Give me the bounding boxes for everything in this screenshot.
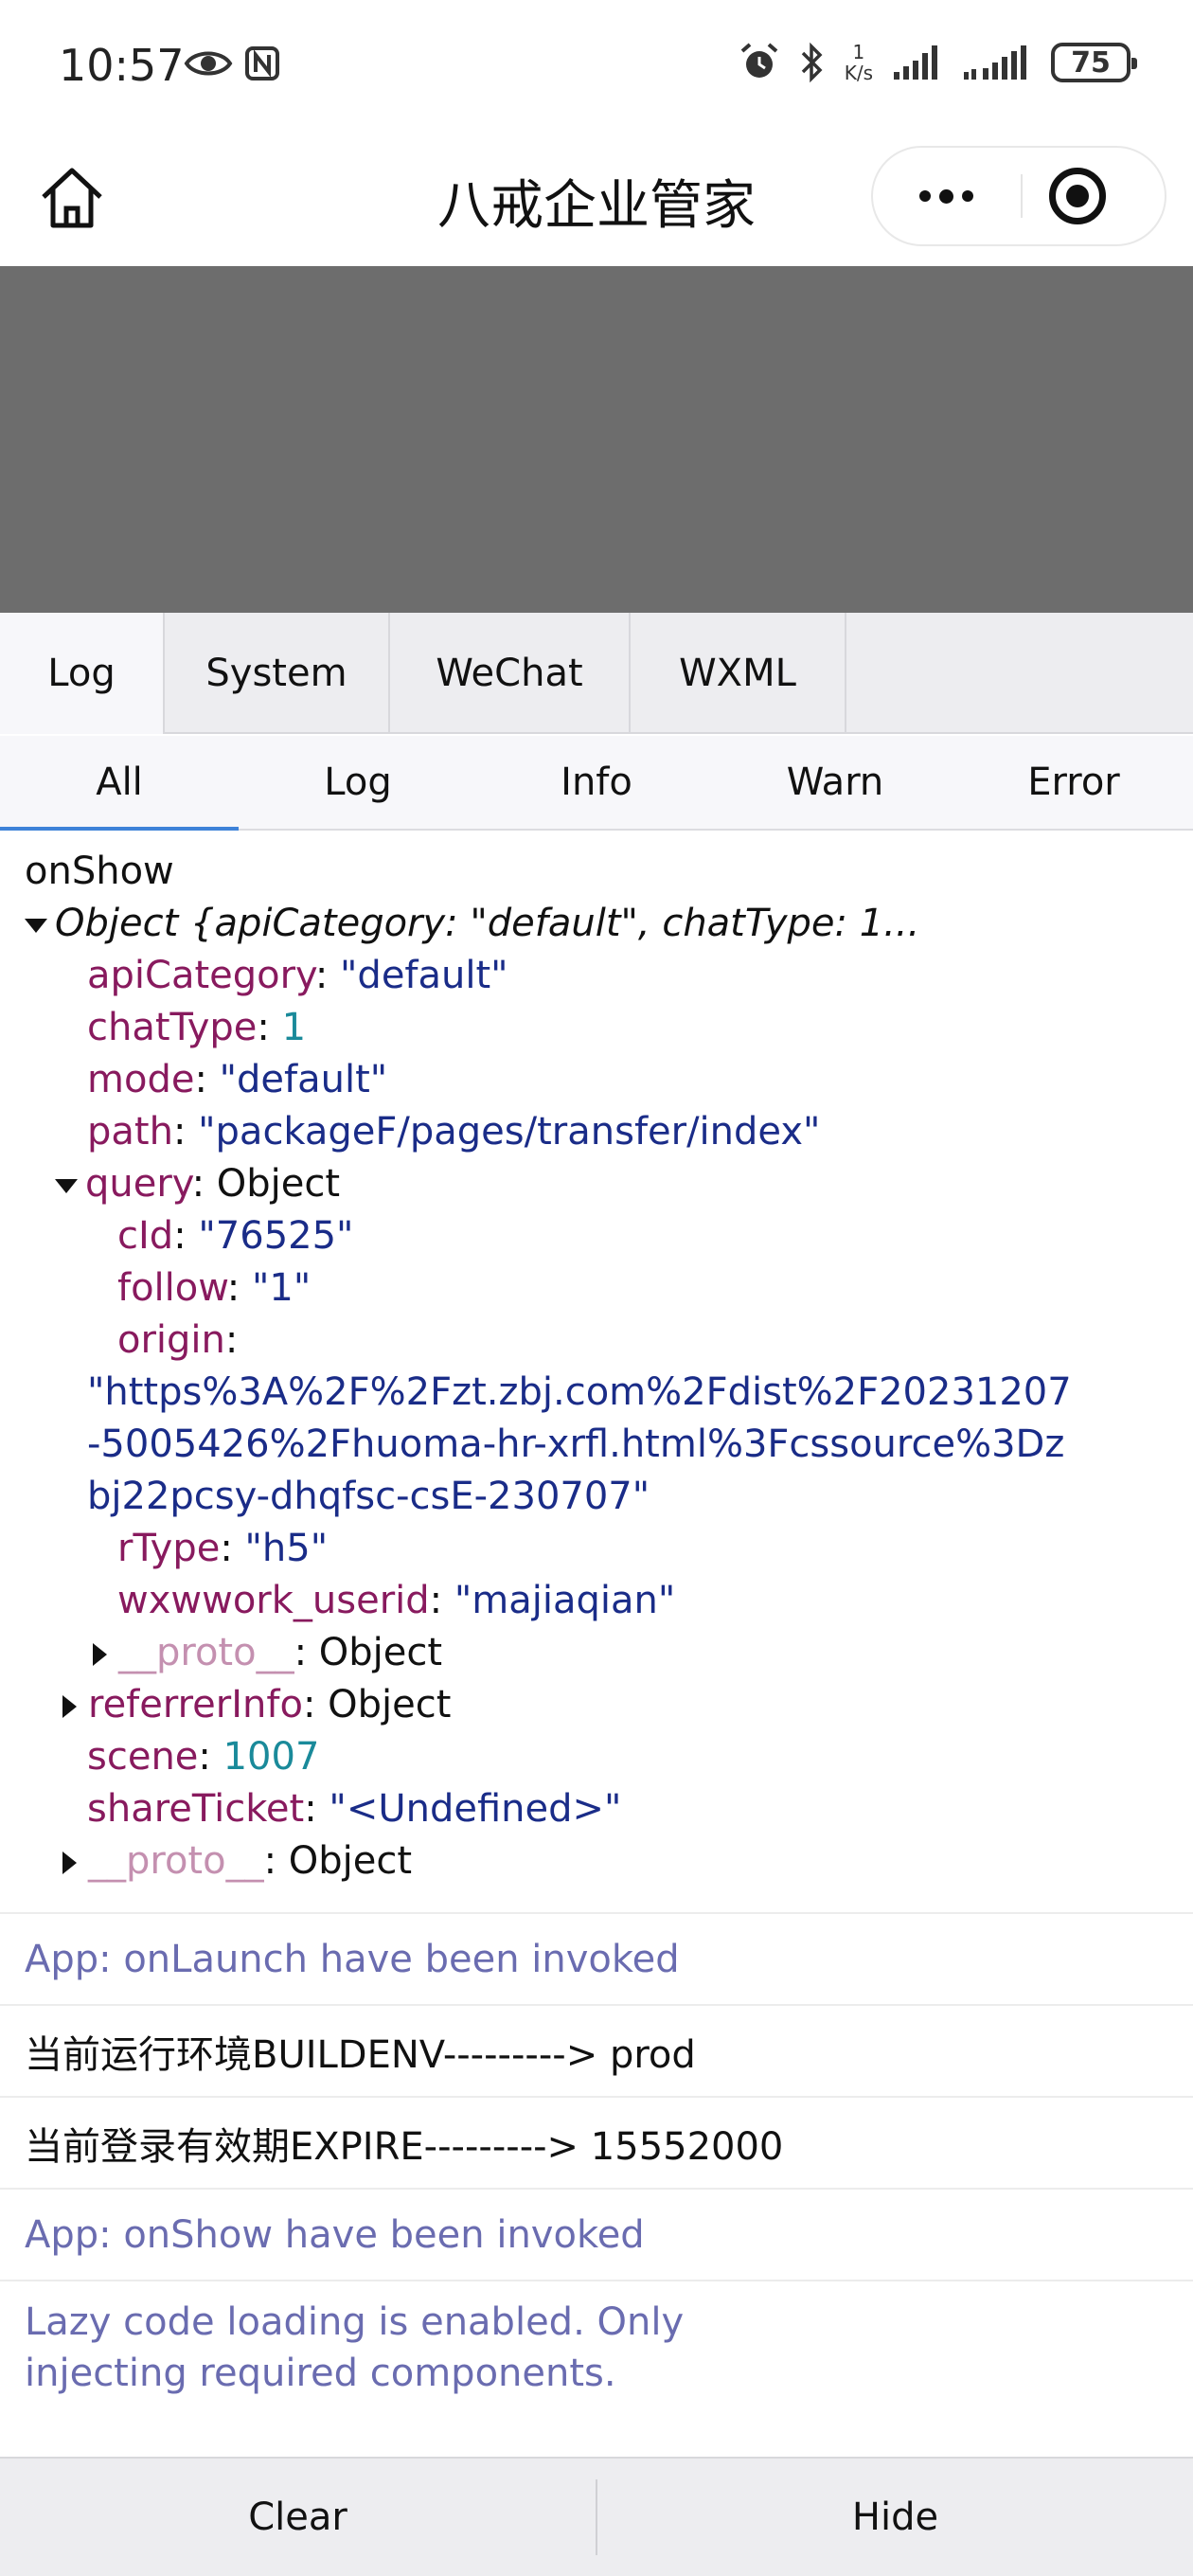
cell-signal-2-icon (964, 45, 1026, 80)
field-value: 1 (281, 1006, 307, 1049)
log-entry: App: onShow have been invoked (0, 2190, 1193, 2281)
status-bar: 10:57 1 K/s 75 (0, 0, 1193, 133)
field-key: cId (117, 1214, 174, 1258)
field-value: "majiaqian" (454, 1579, 676, 1622)
net-speed: 1 K/s (844, 41, 873, 84)
target-close-icon[interactable] (1049, 168, 1106, 224)
status-time: 10:57 (59, 40, 185, 91)
field-key: chatType (87, 1006, 258, 1049)
battery-indicator: 75 (1051, 43, 1137, 82)
bluetooth-icon (801, 42, 823, 83)
query-toggle[interactable]: query: Object (25, 1158, 1168, 1210)
field-key: __proto__ (88, 1839, 264, 1883)
field-value-origin: "https%3A%2F%2Fzt.zbj.com%2Fdist%2F20231… (87, 1370, 1072, 1518)
log-filter-tabs: All Log Info Warn Error (0, 736, 1193, 831)
log-list[interactable]: onShow Object {apiCategory: "default", c… (0, 832, 1193, 2456)
field-row: rType: "h5" (117, 1527, 329, 1570)
caret-right-icon[interactable] (62, 1852, 77, 1874)
filter-warn[interactable]: Warn (716, 736, 954, 829)
field-key: path (87, 1110, 173, 1154)
field-key: rType (117, 1527, 221, 1570)
clear-button[interactable]: Clear (0, 2459, 596, 2576)
vconsole-panel-tabs: Log System WeChat WXML (0, 613, 1193, 734)
caret-right-icon[interactable] (93, 1643, 107, 1666)
field-value: "76525" (198, 1214, 354, 1258)
log-entry: App: onLaunch have been invoked (0, 1914, 1193, 2006)
log-entry: 当前运行环境BUILDENV---------> prod (0, 2006, 1193, 2098)
log-entry: Lazy code loading is enabled. Only injec… (25, 2300, 685, 2395)
tab-system[interactable]: System (165, 613, 390, 734)
field-row: scene: 1007 (87, 1735, 320, 1779)
proto-toggle[interactable]: __proto__: Object (25, 1627, 1168, 1679)
field-key: follow (117, 1266, 227, 1310)
referrer-toggle[interactable]: referrerInfo: Object (25, 1679, 1168, 1731)
cell-signal-icon (894, 45, 937, 80)
field-key: __proto__ (118, 1631, 294, 1674)
tab-log[interactable]: Log (0, 613, 165, 734)
vconsole-toolbar: Clear Hide (0, 2457, 1193, 2576)
field-row: chatType: 1 (87, 1006, 307, 1049)
vconsole-backdrop[interactable] (0, 266, 1193, 613)
field-row: shareTicket: "<Undefined>" (87, 1787, 622, 1831)
caret-right-icon[interactable] (62, 1695, 77, 1718)
field-row: path: "packageF/pages/transfer/index" (87, 1110, 821, 1154)
mini-program-navbar: 八戒企业管家 (0, 133, 1193, 265)
caret-down-icon[interactable] (55, 1178, 78, 1193)
field-row: wxwwork_userid: "majiaqian" (117, 1579, 676, 1622)
log-text: onShow (25, 850, 174, 893)
caret-down-icon[interactable] (25, 918, 47, 933)
field-value: "default" (219, 1058, 388, 1101)
field-value: Object (328, 1683, 452, 1726)
field-key: mode (87, 1058, 195, 1101)
object-toggle[interactable]: Object {apiCategory: "default", chatType… (25, 898, 1168, 950)
field-row: origin: (117, 1318, 239, 1362)
status-right: 1 K/s 75 (739, 41, 1137, 84)
field-value: Object (288, 1839, 413, 1883)
log-entry-onshow: onShow Object {apiCategory: "default", c… (0, 832, 1193, 1914)
log-entry: 当前登录有效期EXPIRE---------> 15552000 (0, 2098, 1193, 2190)
field-row: cId: "76525" (117, 1214, 354, 1258)
capsule-divider (1021, 174, 1023, 218)
filter-log[interactable]: Log (239, 736, 477, 829)
field-value: "h5" (244, 1527, 329, 1570)
field-value: "packageF/pages/transfer/index" (198, 1110, 821, 1154)
field-key: query (85, 1162, 192, 1206)
field-value: 1007 (223, 1735, 320, 1779)
proto-toggle[interactable]: __proto__: Object (25, 1835, 1168, 1887)
tab-wxml[interactable]: WXML (631, 613, 846, 734)
filter-error[interactable]: Error (954, 736, 1193, 829)
field-value: "1" (251, 1266, 312, 1310)
field-value: Object (318, 1631, 443, 1674)
filter-info[interactable]: Info (477, 736, 716, 829)
field-value: "default" (340, 954, 508, 997)
field-row: follow: "1" (117, 1266, 312, 1310)
field-key: wxwwork_userid (117, 1579, 430, 1622)
field-value: Object (216, 1162, 341, 1206)
field-key: origin (117, 1318, 225, 1362)
field-row: mode: "default" (87, 1058, 388, 1101)
object-summary: Object {apiCategory: "default", chatType… (55, 902, 920, 945)
more-dots-icon[interactable] (873, 148, 1020, 244)
field-key: scene (87, 1735, 199, 1779)
alarm-icon (740, 43, 778, 78)
field-key: apiCategory (87, 954, 315, 997)
field-key: shareTicket (87, 1787, 305, 1831)
filter-all[interactable]: All (0, 736, 239, 831)
tab-wechat[interactable]: WeChat (390, 613, 631, 734)
status-left-icons (184, 45, 280, 81)
hide-button[interactable]: Hide (597, 2459, 1193, 2576)
eye-icon (184, 51, 233, 76)
capsule-menu (871, 146, 1166, 246)
nfc-icon (245, 46, 279, 80)
field-row: apiCategory: "default" (87, 954, 508, 997)
field-value: "<Undefined>" (329, 1787, 622, 1831)
field-key: referrerInfo (88, 1683, 303, 1726)
